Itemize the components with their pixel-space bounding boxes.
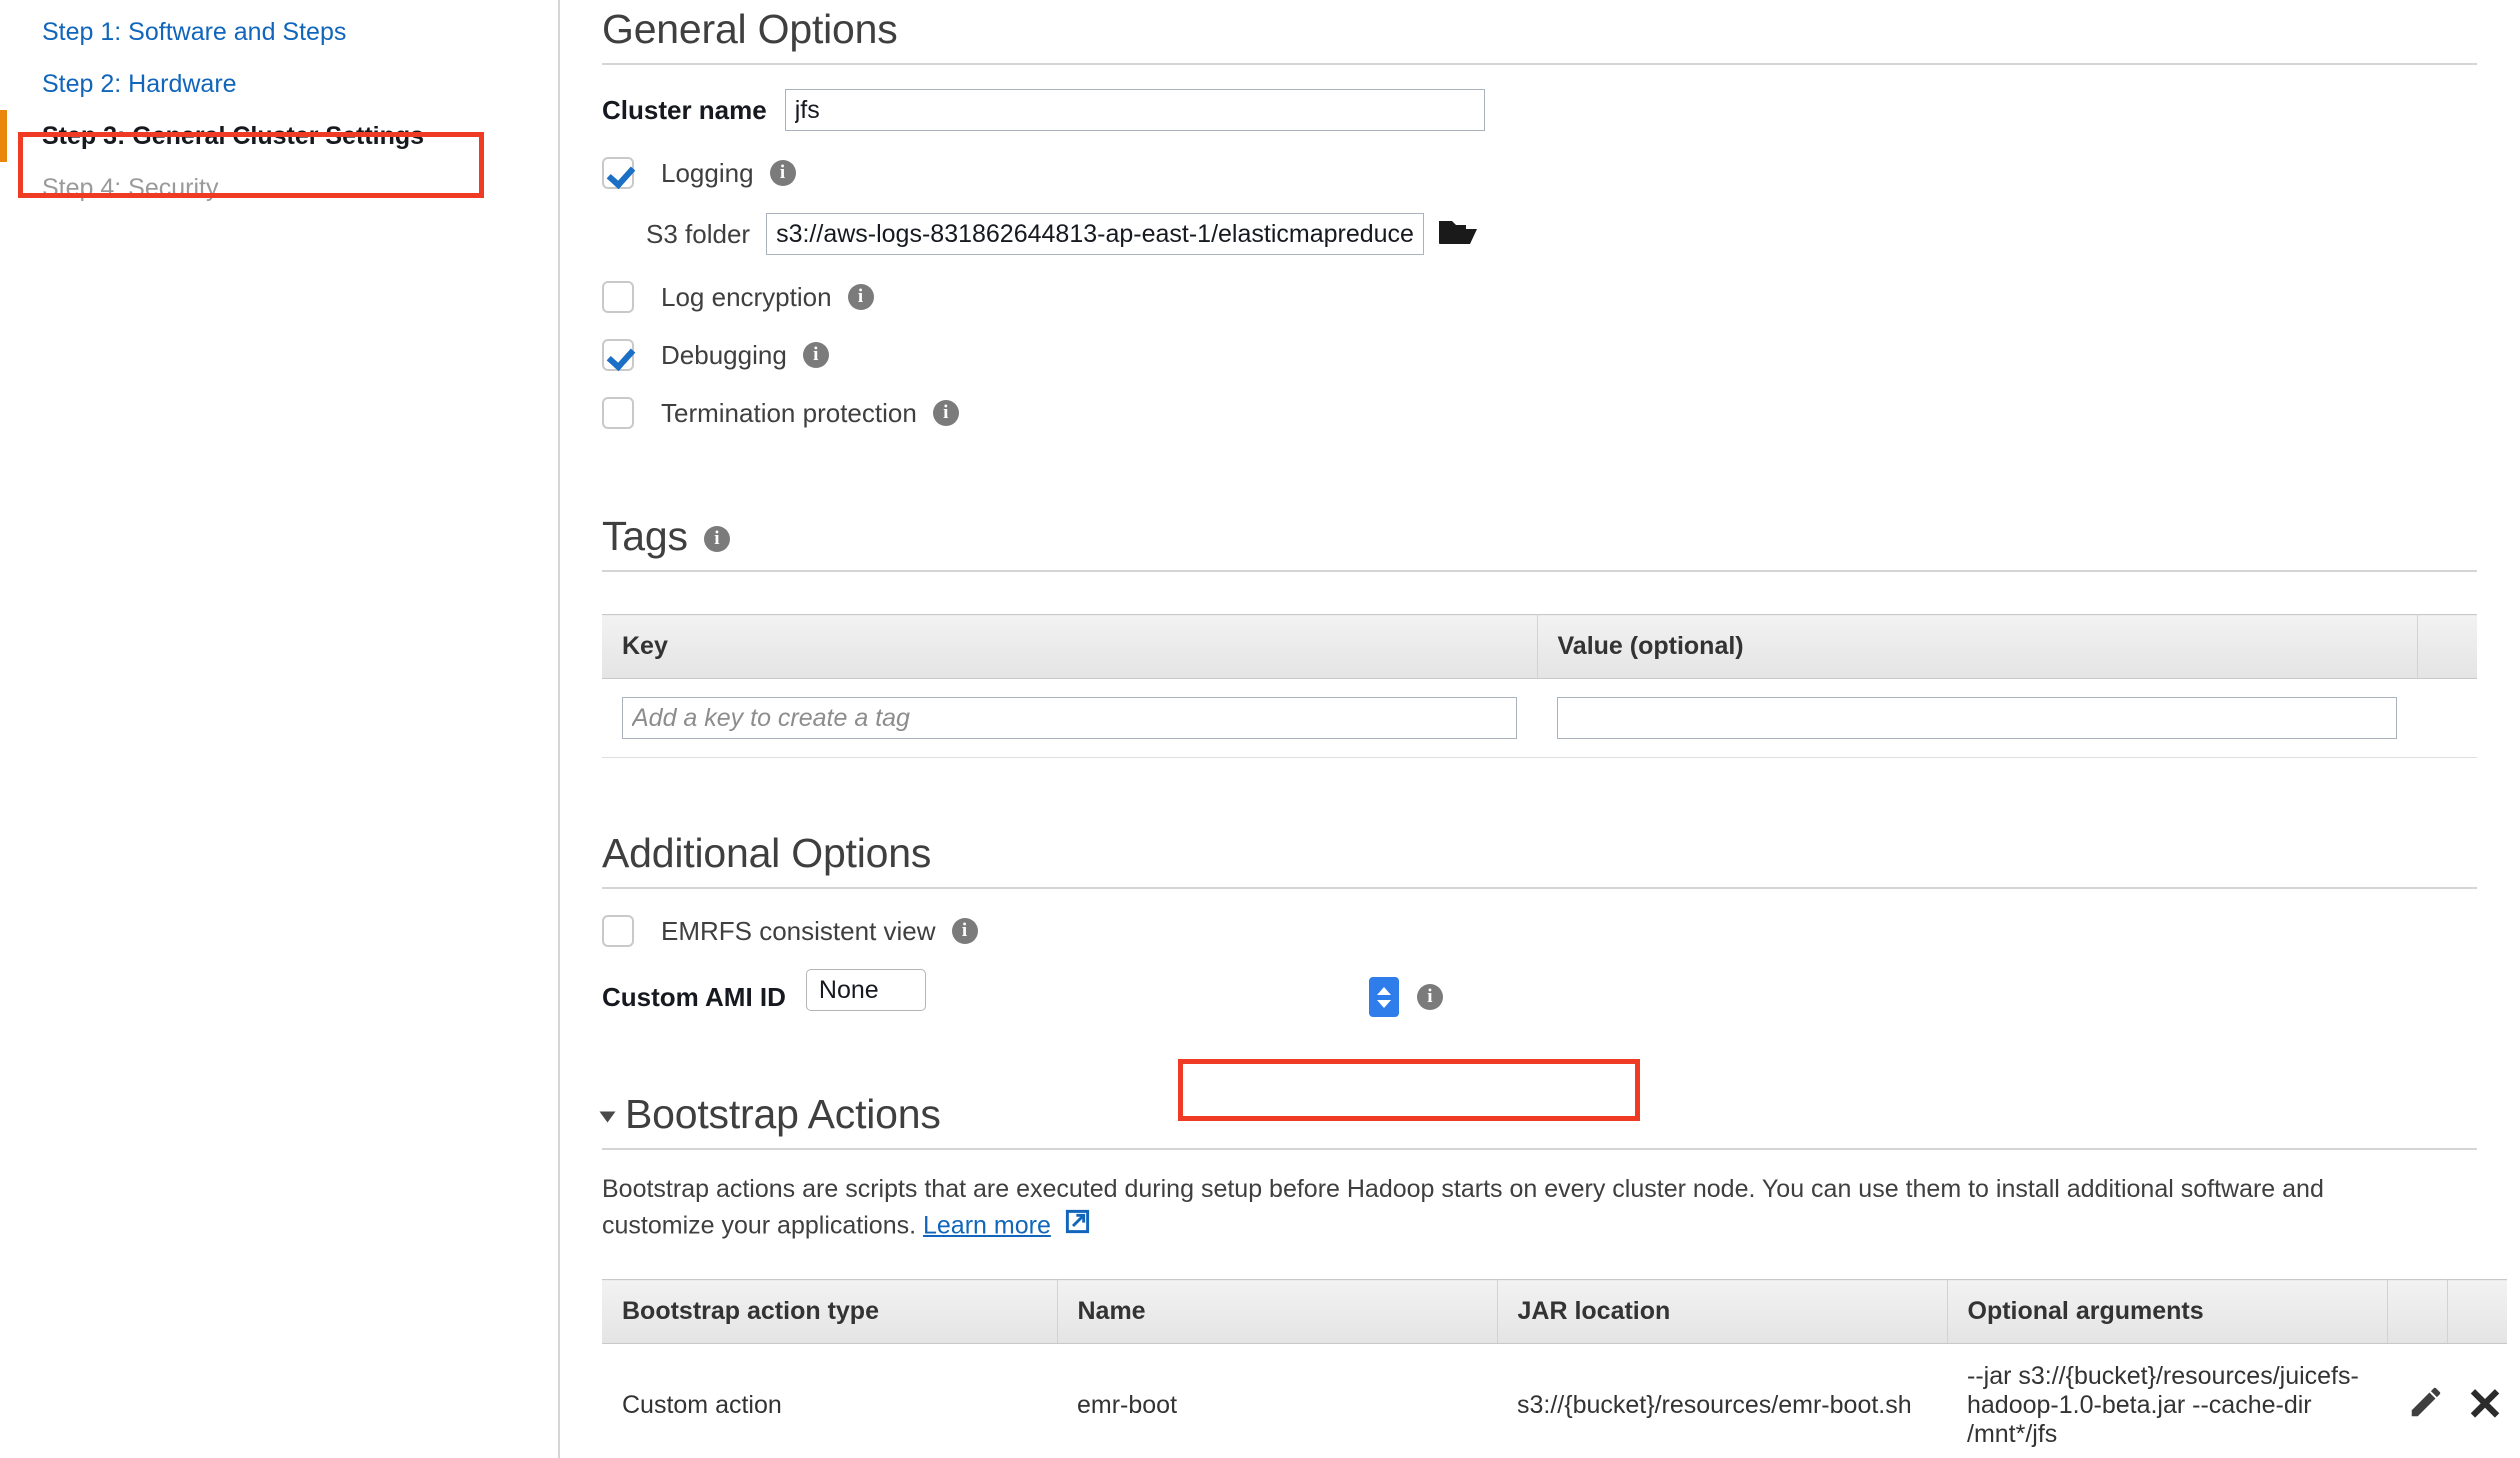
- tags-title-text: Tags: [602, 513, 688, 559]
- info-icon[interactable]: i: [951, 918, 978, 944]
- divider: [602, 570, 2477, 572]
- tag-value-input[interactable]: [1557, 697, 2397, 739]
- emrfs-row: EMRFS consistent view i: [602, 915, 2477, 947]
- bootstrap-cell-delete: [2447, 1343, 2507, 1458]
- folder-open-icon[interactable]: [1438, 216, 1478, 253]
- termination-protection-row: Termination protection i: [602, 397, 2477, 429]
- info-icon[interactable]: i: [802, 342, 829, 368]
- custom-ami-select-value: None: [805, 969, 926, 1011]
- divider: [602, 1148, 2477, 1150]
- bootstrap-actions-title[interactable]: Bootstrap Actions: [599, 1091, 2477, 1148]
- table-row: Custom action emr-boot s3://{bucket}/res…: [602, 1343, 2507, 1458]
- tag-key-input[interactable]: [622, 697, 1517, 739]
- s3-folder-input[interactable]: [766, 213, 1425, 255]
- debugging-checkbox[interactable]: [602, 339, 634, 371]
- info-icon[interactable]: i: [703, 526, 730, 553]
- log-encryption-label: Log encryption: [661, 281, 832, 312]
- emr-create-cluster-page: Step 1: Software and Steps Step 2: Hardw…: [0, 0, 2520, 1458]
- tags-column-key: Key: [602, 614, 1538, 679]
- tags-table-header-row: Key Value (optional): [602, 614, 2477, 679]
- logging-row: Logging i: [602, 157, 2477, 189]
- tags-column-value: Value (optional): [1537, 614, 2418, 679]
- s3-folder-label: S3 folder: [646, 218, 751, 249]
- bootstrap-column-optional-arguments: Optional arguments: [1947, 1279, 2388, 1344]
- info-icon[interactable]: i: [1416, 984, 1443, 1010]
- bootstrap-cell-jar-location: s3://{bucket}/resources/emr-boot.sh: [1497, 1343, 1947, 1458]
- sidebar-item-step-1[interactable]: Step 1: Software and Steps: [0, 6, 558, 58]
- bootstrap-description-text: Bootstrap actions are scripts that are e…: [602, 1175, 2324, 1239]
- logging-checkbox[interactable]: [602, 157, 634, 189]
- chevron-down-icon[interactable]: [599, 1111, 616, 1123]
- pencil-icon[interactable]: [2407, 1383, 2445, 1428]
- tags-title: Tags i: [602, 513, 2477, 570]
- tags-table: Key Value (optional): [602, 614, 2477, 758]
- info-icon[interactable]: i: [847, 284, 874, 310]
- divider: [602, 887, 2477, 889]
- logging-label: Logging: [661, 157, 754, 188]
- bootstrap-column-delete: [2447, 1279, 2507, 1344]
- custom-ami-select[interactable]: None: [805, 969, 1401, 1019]
- sidebar-item-step-3[interactable]: Step 3: General Cluster Settings: [0, 110, 558, 162]
- additional-options-title: Additional Options: [602, 830, 932, 876]
- cluster-name-row: Cluster name: [602, 89, 2477, 131]
- bootstrap-cell-type: Custom action: [602, 1343, 1057, 1458]
- sidebar-item-step-4: Step 4: Security: [42, 174, 219, 202]
- bootstrap-cell-optional-arguments: --jar s3://{bucket}/resources/juicefs-ha…: [1947, 1343, 2387, 1458]
- debugging-label: Debugging: [661, 339, 787, 370]
- bootstrap-cell-name: emr-boot: [1057, 1343, 1497, 1458]
- sidebar-item-step-2[interactable]: Step 2: Hardware: [0, 58, 558, 110]
- cluster-name-input[interactable]: [784, 89, 1485, 131]
- emrfs-consistent-view-checkbox[interactable]: [602, 915, 634, 947]
- log-encryption-row: Log encryption i: [602, 281, 2477, 313]
- log-encryption-checkbox[interactable]: [602, 281, 634, 313]
- debugging-row: Debugging i: [602, 339, 2477, 371]
- s3-folder-row: S3 folder: [602, 213, 2477, 255]
- bootstrap-table-header-row: Bootstrap action type Name JAR location …: [602, 1279, 2507, 1344]
- bootstrap-column-name: Name: [1057, 1279, 1498, 1344]
- bootstrap-column-jar-location: JAR location: [1497, 1279, 1948, 1344]
- cluster-name-label: Cluster name: [602, 94, 767, 125]
- general-options-title: General Options: [602, 6, 898, 52]
- learn-more-link[interactable]: Learn more: [923, 1211, 1051, 1239]
- custom-ami-label: Custom AMI ID: [602, 981, 786, 1012]
- tags-column-actions: [2417, 614, 2477, 679]
- bootstrap-cell-edit: [2387, 1343, 2447, 1458]
- divider: [602, 63, 2477, 65]
- custom-ami-row: Custom AMI ID None i: [602, 969, 2477, 1019]
- bootstrap-actions-table: Bootstrap action type Name JAR location …: [602, 1279, 2507, 1458]
- main-content: General Options Cluster name Logging i S…: [560, 0, 2520, 1458]
- emrfs-consistent-view-label: EMRFS consistent view: [661, 915, 936, 946]
- bootstrap-description: Bootstrap actions are scripts that are e…: [602, 1172, 2427, 1245]
- info-icon[interactable]: i: [769, 160, 796, 186]
- external-link-icon[interactable]: [1064, 1208, 1091, 1246]
- close-icon[interactable]: [2467, 1384, 2503, 1427]
- bootstrap-column-edit: [2387, 1279, 2448, 1344]
- termination-protection-checkbox[interactable]: [602, 397, 634, 429]
- tag-actions-cell: [2417, 678, 2477, 758]
- info-icon[interactable]: i: [932, 400, 959, 426]
- tag-key-cell: [602, 678, 1537, 758]
- bootstrap-column-type: Bootstrap action type: [602, 1279, 1058, 1344]
- wizard-step-sidebar: Step 1: Software and Steps Step 2: Hardw…: [0, 0, 560, 1458]
- tag-value-cell: [1537, 678, 2417, 758]
- table-row: [602, 678, 2477, 758]
- chevron-updown-icon[interactable]: [1368, 977, 1399, 1017]
- termination-protection-label: Termination protection: [661, 397, 917, 428]
- bootstrap-actions-title-text: Bootstrap Actions: [625, 1091, 941, 1137]
